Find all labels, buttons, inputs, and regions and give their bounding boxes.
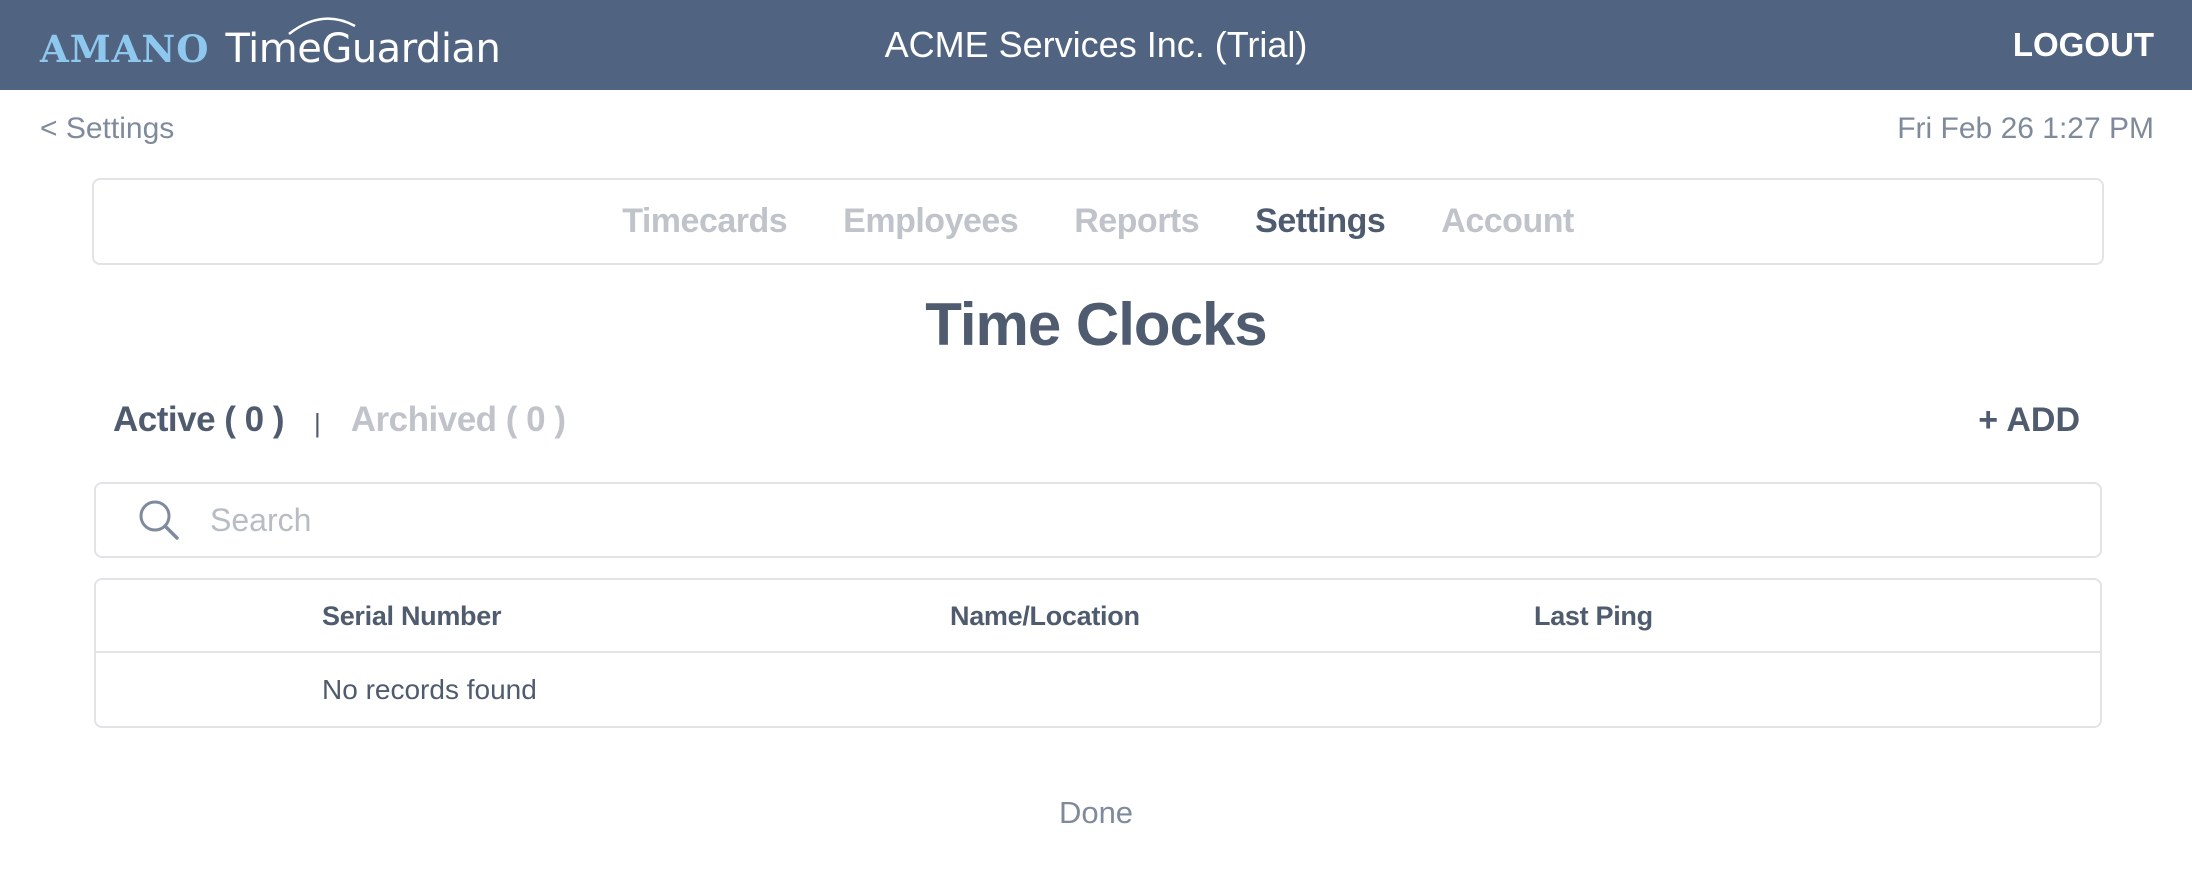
add-time-clock-button[interactable]: + ADD <box>1978 395 2080 445</box>
search-icon <box>139 500 179 540</box>
logout-button[interactable]: LOGOUT <box>2013 0 2154 90</box>
nav-tab-reports[interactable]: Reports <box>1074 202 1199 241</box>
filter-tabs: Active ( 0 ) | Archived ( 0 ) <box>113 395 566 445</box>
filter-tab-archived[interactable]: Archived ( 0 ) <box>351 400 566 440</box>
filter-separator: | <box>314 407 321 438</box>
app-logo[interactable]: AMANO TimeGuardian <box>40 12 501 78</box>
current-datetime: Fri Feb 26 1:27 PM <box>1897 112 2154 145</box>
done-button[interactable]: Done <box>0 795 2192 831</box>
search-input[interactable] <box>210 501 2010 539</box>
nav-tab-employees[interactable]: Employees <box>843 202 1019 241</box>
search-box[interactable] <box>94 482 2102 558</box>
logo-product-text: TimeGuardian <box>225 26 501 72</box>
nav-tab-account[interactable]: Account <box>1441 202 1574 241</box>
empty-message: No records found <box>322 674 537 705</box>
logo-brand: AMANO <box>40 27 210 71</box>
logo-arc-icon <box>288 17 357 35</box>
column-header-last-ping[interactable]: Last Ping <box>1534 580 1653 653</box>
top-bar: AMANO TimeGuardian ACME Services Inc. (T… <box>0 0 2192 90</box>
nav-tab-settings[interactable]: Settings <box>1255 202 1386 241</box>
column-header-serial-number[interactable]: Serial Number <box>322 580 501 653</box>
page-title: Time Clocks <box>925 291 1267 358</box>
time-clocks-table: Serial Number Name/Location Last Ping No… <box>94 578 2102 728</box>
back-to-settings-link[interactable]: < Settings <box>40 112 174 146</box>
column-header-name-location[interactable]: Name/Location <box>950 580 1140 653</box>
nav-tab-timecards[interactable]: Timecards <box>622 202 787 241</box>
filter-tab-active[interactable]: Active ( 0 ) <box>113 400 285 440</box>
table-header: Serial Number Name/Location Last Ping <box>96 580 2100 653</box>
table-row-empty: No records found <box>96 653 2100 726</box>
logo-product: TimeGuardian <box>225 17 501 72</box>
main-nav: Timecards Employees Reports Settings Acc… <box>92 178 2104 265</box>
